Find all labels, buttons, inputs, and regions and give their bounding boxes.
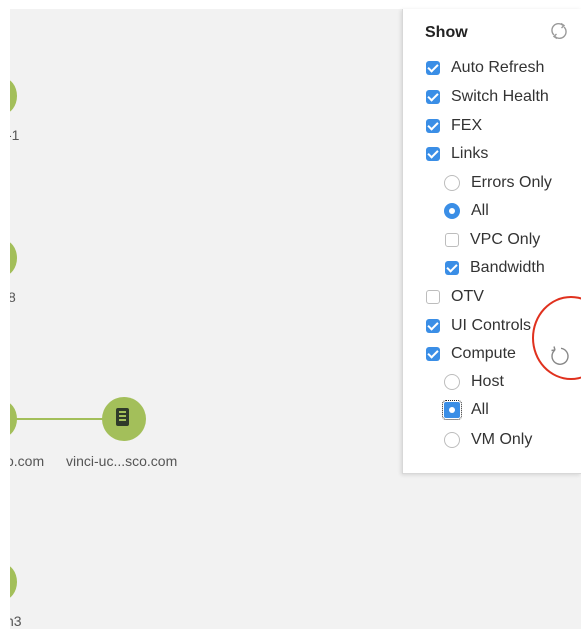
- option-label: VM Only: [471, 431, 533, 448]
- option-label: All: [471, 401, 489, 418]
- option-label: All: [471, 202, 489, 219]
- link-line[interactable]: [15, 418, 115, 420]
- option-host[interactable]: Host: [444, 370, 504, 394]
- option-vpc-only[interactable]: VPC Only: [445, 228, 540, 252]
- checkbox[interactable]: [426, 119, 440, 133]
- option-label: Auto Refresh: [451, 59, 545, 76]
- checkbox[interactable]: [426, 61, 440, 75]
- panel-title: Show: [425, 24, 468, 41]
- switch-node[interactable]: [10, 564, 17, 600]
- option-label: Links: [451, 145, 489, 162]
- option-label: Errors Only: [471, 174, 552, 191]
- option-label: VPC Only: [470, 231, 541, 248]
- radio-button[interactable]: [442, 400, 462, 420]
- option-label: Switch Health: [451, 88, 549, 105]
- option-compute[interactable]: Compute: [426, 342, 516, 366]
- compute-node[interactable]: [102, 397, 146, 441]
- option-compute-all[interactable]: All: [442, 398, 489, 422]
- option-vm-only[interactable]: VM Only: [444, 428, 532, 452]
- option-label: FEX: [451, 117, 483, 134]
- option-bandwidth[interactable]: Bandwidth: [445, 256, 545, 280]
- checkbox[interactable]: [426, 90, 440, 104]
- server-icon: [116, 408, 129, 426]
- option-switch-health[interactable]: Switch Health: [426, 85, 549, 109]
- node-label: 8: [10, 289, 16, 305]
- checkbox[interactable]: [426, 319, 440, 333]
- option-auto-refresh[interactable]: Auto Refresh: [426, 56, 544, 80]
- radio-button[interactable]: [444, 203, 460, 219]
- checkbox[interactable]: [426, 290, 440, 304]
- checkbox[interactable]: [445, 233, 459, 247]
- checkbox[interactable]: [426, 147, 440, 161]
- option-label: Host: [471, 373, 504, 390]
- radio-button[interactable]: [444, 432, 460, 448]
- option-links-all[interactable]: All: [444, 199, 489, 223]
- switch-node[interactable]: [10, 240, 17, 276]
- option-errors-only[interactable]: Errors Only: [444, 171, 552, 195]
- switch-node[interactable]: [10, 78, 17, 114]
- option-ui-controls[interactable]: UI Controls: [426, 314, 531, 338]
- node-label: o.com: [10, 453, 45, 469]
- option-label: Bandwidth: [470, 259, 545, 276]
- option-fex[interactable]: FEX: [426, 114, 482, 138]
- option-label: Compute: [451, 345, 516, 362]
- checkbox[interactable]: [445, 261, 459, 275]
- radio-button[interactable]: [444, 374, 460, 390]
- sync-icon[interactable]: [548, 20, 570, 42]
- node-label: n3: [10, 613, 22, 629]
- node-label: -1: [10, 127, 20, 143]
- option-label: UI Controls: [451, 317, 532, 334]
- checkbox[interactable]: [426, 347, 440, 361]
- node-label: vinci-uc...sco.com: [66, 453, 178, 469]
- option-otv[interactable]: OTV: [426, 285, 484, 309]
- radio-button[interactable]: [444, 175, 460, 191]
- option-links[interactable]: Links: [426, 142, 488, 166]
- option-label: OTV: [451, 288, 484, 305]
